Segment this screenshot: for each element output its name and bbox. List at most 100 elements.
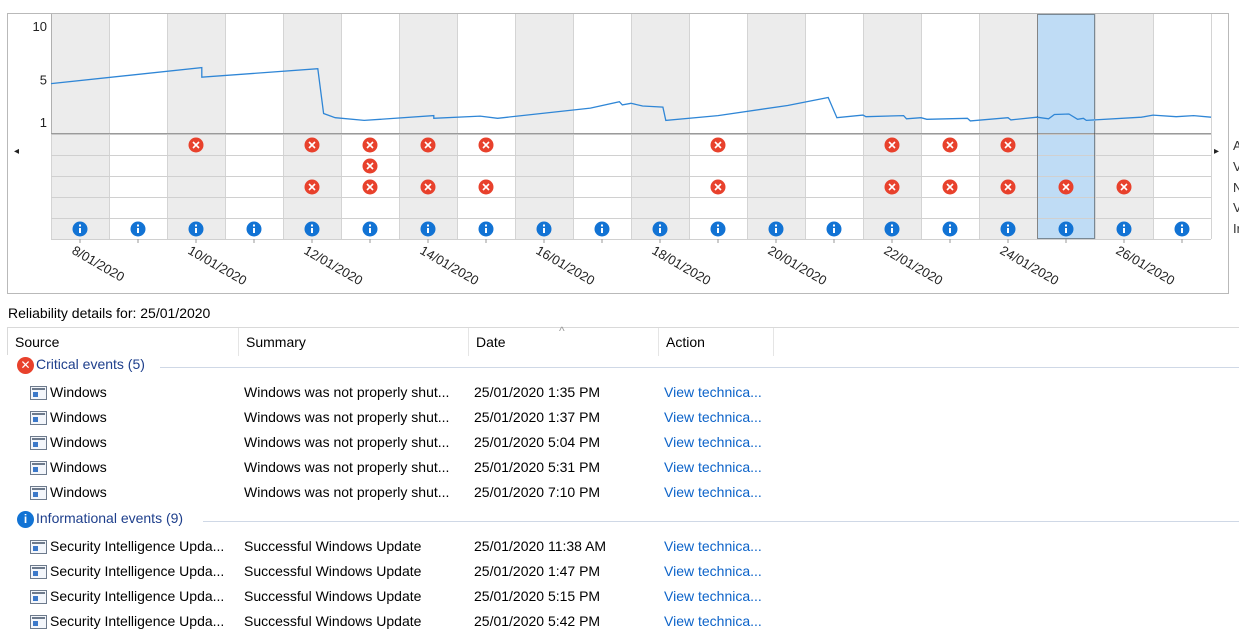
info-i-stem [833, 228, 835, 233]
info-i-dot [253, 224, 255, 227]
event-date-cell: 25/01/2020 1:47 PM [474, 559, 600, 584]
day-column[interactable] [457, 14, 515, 239]
event-summary: Successful Windows Update [244, 588, 422, 604]
view-technical-details-link[interactable]: View technica... [664, 409, 762, 425]
sort-caret-icon: ^ [559, 324, 565, 338]
column-summary[interactable]: Summary [239, 328, 469, 356]
event-summary: Windows was not properly shut... [244, 384, 450, 400]
info-i-dot [949, 224, 951, 227]
view-technical-details-link[interactable]: View technica... [664, 538, 762, 554]
info-i-dot [543, 224, 545, 227]
event-date: 25/01/2020 5:15 PM [474, 588, 601, 604]
view-technical-details-link-cell[interactable]: View technica... [664, 455, 762, 480]
info-i-dot [659, 224, 661, 227]
event-source-cell: Windows [30, 480, 107, 505]
event-source: Security Intelligence Upda... [50, 538, 225, 554]
event-summary: Successful Windows Update [244, 563, 422, 579]
view-technical-details-link-cell[interactable]: View technica... [664, 584, 762, 609]
event-summary-cell: Successful Windows Update [244, 609, 421, 634]
info-i-stem [311, 228, 313, 233]
group-informational-events[interactable]: i Informational events (9) [17, 510, 183, 532]
view-technical-details-link-cell[interactable]: View technica... [664, 430, 762, 455]
day-column[interactable] [747, 14, 805, 239]
event-date-cell: 25/01/2020 5:31 PM [474, 455, 600, 480]
day-column[interactable] [515, 14, 573, 239]
column-action[interactable]: Action [659, 328, 774, 356]
info-i-stem [891, 228, 893, 233]
info-i-dot [775, 224, 777, 227]
scroll-left-arrow[interactable]: ◂ [14, 146, 19, 157]
info-i-dot [1007, 224, 1009, 227]
event-date: 25/01/2020 5:42 PM [474, 613, 601, 629]
reliability-chart[interactable]: 10 5 1 8/01/2020 10/01/2020 12/01/2020 14/01/2… [7, 13, 1229, 294]
view-technical-details-link[interactable]: View technica... [664, 434, 762, 450]
info-i-dot [833, 224, 835, 227]
event-date: 25/01/2020 7:10 PM [474, 484, 601, 500]
event-summary: Successful Windows Update [244, 538, 422, 554]
day-column[interactable] [1095, 14, 1153, 239]
event-source-cell: Security Intelligence Upda... [30, 534, 224, 559]
event-source-cell: Windows [30, 405, 107, 430]
day-column[interactable] [167, 14, 225, 239]
application-window-icon [30, 436, 47, 451]
info-i-stem [369, 228, 371, 233]
info-i-dot [369, 224, 371, 227]
event-date-cell: 25/01/2020 5:42 PM [474, 609, 600, 634]
day-column[interactable] [921, 14, 979, 239]
day-column[interactable] [225, 14, 283, 239]
day-column[interactable] [341, 14, 399, 239]
info-i-stem [1123, 228, 1125, 233]
group-critical-label: Critical events (5) [36, 356, 145, 372]
view-technical-details-link[interactable]: View technica... [664, 588, 762, 604]
info-i-stem [775, 228, 777, 233]
event-source: Windows [50, 384, 107, 400]
column-source[interactable]: Source [8, 328, 239, 356]
row-label-clipped: V [1233, 159, 1239, 174]
day-column[interactable] [109, 14, 167, 239]
view-technical-details-link[interactable]: View technica... [664, 563, 762, 579]
day-column[interactable] [689, 14, 747, 239]
day-column[interactable] [399, 14, 457, 239]
view-technical-details-link-cell[interactable]: View technica... [664, 480, 762, 505]
application-window-icon [30, 615, 47, 630]
scroll-right-arrow[interactable]: ▸ [1214, 146, 1219, 157]
view-technical-details-link-cell[interactable]: View technica... [664, 534, 762, 559]
event-source: Windows [50, 484, 107, 500]
x-tick-label: 26/01/2020 [1114, 243, 1178, 289]
reliability-chart-svg[interactable]: 10518/01/2020 10/01/2020 12/01/2020 14/01/2… [8, 14, 1230, 295]
event-date-cell: 25/01/2020 5:04 PM [474, 430, 600, 455]
info-i-stem [253, 228, 255, 233]
row-label-clipped: Ir [1233, 221, 1239, 236]
application-window-icon [30, 461, 47, 476]
view-technical-details-link-cell[interactable]: View technica... [664, 380, 762, 405]
x-tick-label: 12/01/2020 [302, 243, 366, 289]
view-technical-details-link[interactable]: View technica... [664, 613, 762, 629]
day-column[interactable] [573, 14, 631, 239]
group-informational-label: Informational events (9) [36, 510, 184, 526]
view-technical-details-link[interactable]: View technica... [664, 484, 762, 500]
day-column[interactable] [805, 14, 863, 239]
event-date: 25/01/2020 11:38 AM [474, 538, 607, 554]
day-column[interactable] [631, 14, 689, 239]
view-technical-details-link[interactable]: View technica... [664, 459, 762, 475]
info-i-stem [485, 228, 487, 233]
info-i-stem [1181, 228, 1183, 233]
view-technical-details-link-cell[interactable]: View technica... [664, 559, 762, 584]
day-column[interactable] [51, 14, 109, 239]
selected-day-column[interactable] [1037, 14, 1095, 239]
day-column[interactable] [1153, 14, 1211, 239]
day-column[interactable] [979, 14, 1037, 239]
row-label-clipped: V [1233, 200, 1239, 215]
day-column[interactable] [863, 14, 921, 239]
view-technical-details-link[interactable]: View technica... [664, 384, 762, 400]
x-tick-label: 8/01/2020 [70, 243, 128, 285]
view-technical-details-link-cell[interactable]: View technica... [664, 405, 762, 430]
event-source: Windows [50, 409, 107, 425]
group-critical-events[interactable]: ✕ Critical events (5) [17, 356, 145, 378]
event-date-cell: 25/01/2020 11:38 AM [474, 534, 606, 559]
info-i-stem [1065, 228, 1067, 233]
view-technical-details-link-cell[interactable]: View technica... [664, 609, 762, 634]
day-column[interactable] [283, 14, 341, 239]
application-window-icon [30, 411, 47, 426]
event-summary: Windows was not properly shut... [244, 484, 450, 500]
